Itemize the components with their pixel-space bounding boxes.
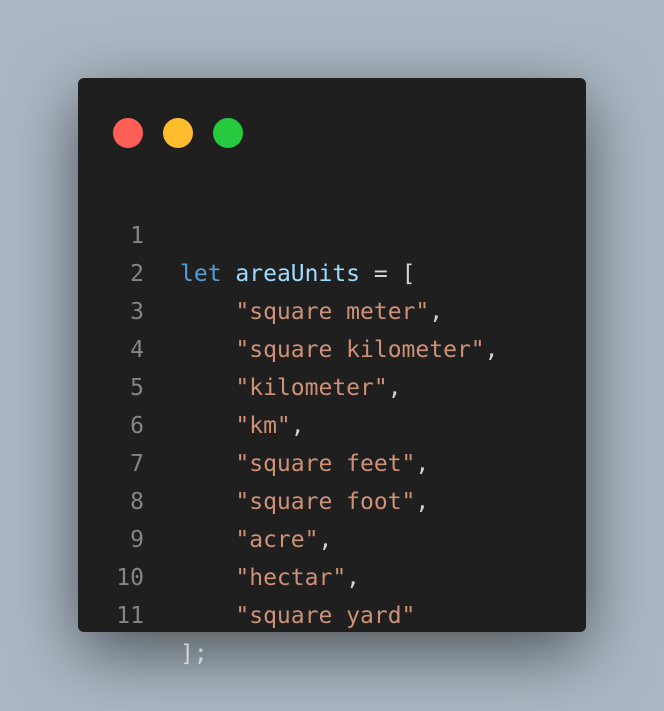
code-line: 6 "square feet",	[78, 369, 586, 477]
code-line: 10 "square yard"	[78, 521, 586, 629]
close-dot-icon[interactable]	[113, 118, 143, 148]
line-number: 11	[116, 603, 144, 629]
code-window: 1 let areaUnits = [ 2 "square meter", 3 …	[78, 78, 586, 667]
code-line: 11 ];	[78, 559, 586, 667]
close-bracket: ];	[180, 641, 208, 667]
code-line: 5 "km",	[78, 331, 586, 439]
maximize-dot-icon[interactable]	[213, 118, 243, 148]
code-line: 2 "square meter",	[78, 217, 586, 325]
string-literal: "square yard"	[235, 603, 416, 629]
code-line: 8 "acre",	[78, 445, 586, 553]
code-line: 9 "hectar",	[78, 483, 586, 591]
code-line: 1 let areaUnits = [	[78, 179, 586, 287]
code-line: 3 "square kilometer",	[78, 255, 586, 363]
minimize-dot-icon[interactable]	[163, 118, 193, 148]
code-line: 7 "square foot",	[78, 407, 586, 515]
code-block: 1 let areaUnits = [ 2 "square meter", 3 …	[78, 179, 586, 667]
code-line: 4 "kilometer",	[78, 293, 586, 401]
